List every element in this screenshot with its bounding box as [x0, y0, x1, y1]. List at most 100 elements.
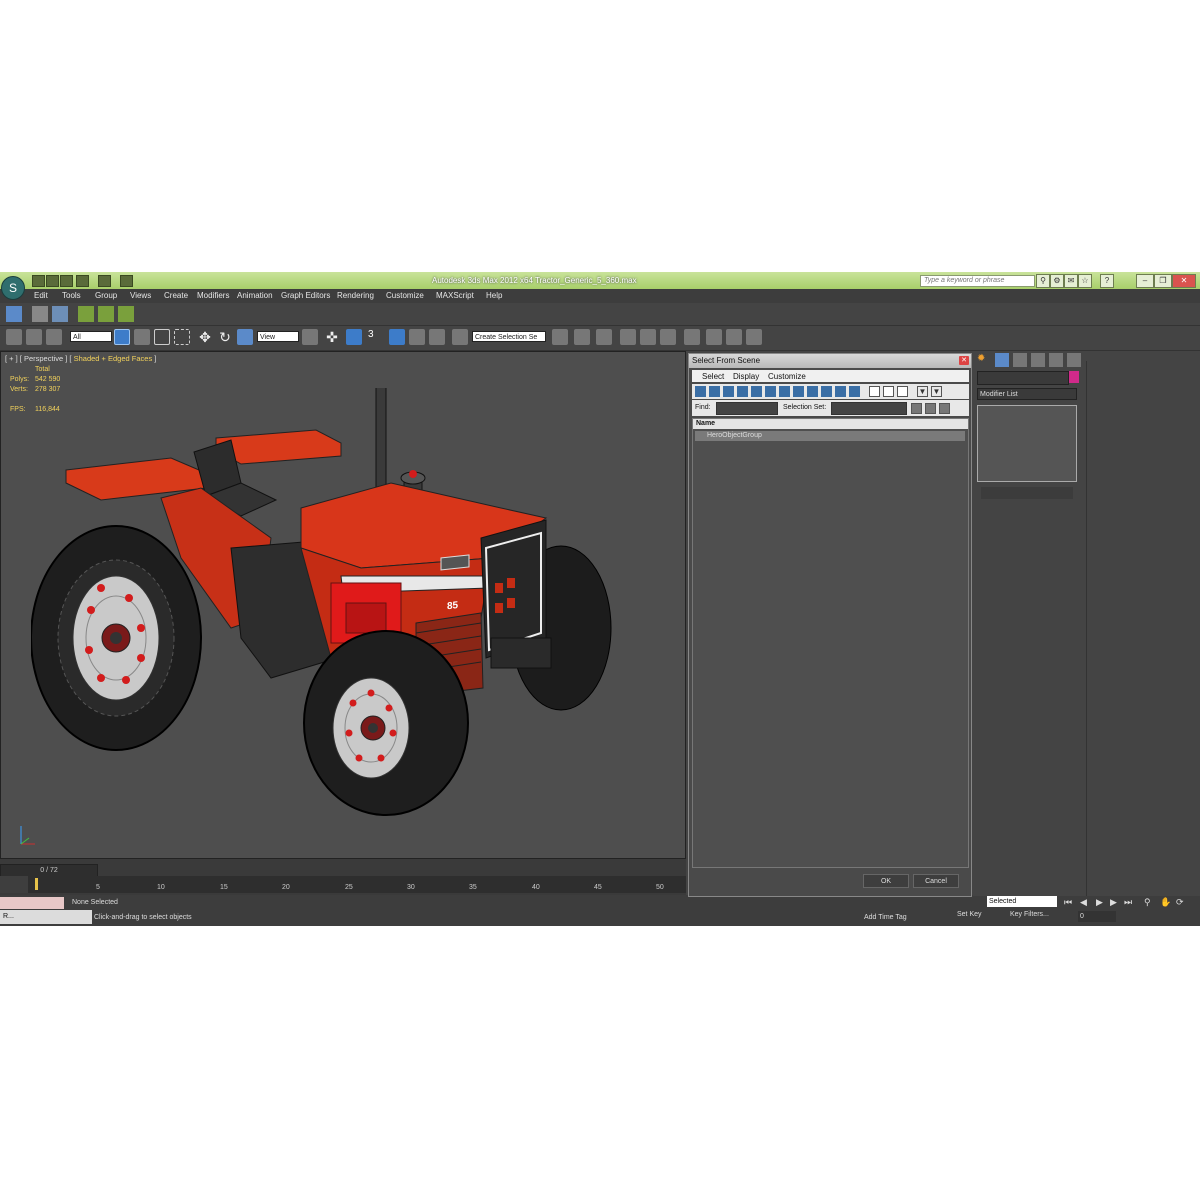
menu-animation[interactable]: Animation [237, 291, 273, 300]
find-input[interactable] [716, 402, 778, 415]
subscription-icon[interactable]: ⚙ [1050, 274, 1064, 288]
select-object-icon[interactable] [114, 329, 130, 345]
mini-curve-editor-icon[interactable] [0, 876, 28, 893]
key-filters-button[interactable]: Key Filters... [1010, 911, 1049, 918]
app-logo-icon[interactable]: S [1, 276, 25, 300]
mirror-icon[interactable] [552, 329, 568, 345]
percent-snap-icon[interactable] [409, 329, 425, 345]
spinner-snap-icon[interactable] [429, 329, 445, 345]
menu-edit[interactable]: Edit [34, 291, 48, 300]
viewport-label[interactable]: [ + ] [ Perspective ] [ Shaded + Edged F… [5, 354, 156, 363]
utilities-tab-icon[interactable] [1067, 353, 1081, 367]
render-setup-icon[interactable] [706, 329, 722, 345]
display-hidden-icon[interactable] [849, 386, 860, 397]
schematic-view-icon[interactable] [660, 329, 676, 345]
play-icon[interactable]: ▶ [1096, 897, 1103, 908]
menu-rendering[interactable]: Rendering [337, 291, 374, 300]
display-bones-icon[interactable] [807, 386, 818, 397]
viewport-shading-label[interactable]: Shaded + Edged Faces [74, 354, 153, 363]
add-to-set-icon[interactable] [925, 403, 936, 414]
dialog-menu-select[interactable]: Select [702, 372, 724, 381]
modify-tab-icon[interactable] [995, 353, 1009, 367]
current-frame-field[interactable]: 0 [1078, 911, 1116, 922]
track-bar[interactable]: 5 10 15 20 25 30 35 40 45 50 [0, 876, 686, 893]
add-time-tag-button[interactable]: Add Time Tag [864, 914, 907, 921]
menu-customize[interactable]: Customize [386, 291, 424, 300]
edit-named-selection-icon[interactable] [452, 329, 468, 345]
manipulate-icon[interactable]: ✜ [324, 329, 340, 345]
menu-views[interactable]: Views [130, 291, 151, 300]
named-selection-set-select[interactable]: Create Selection Se [472, 331, 546, 342]
pan-icon[interactable]: ✋ [1160, 897, 1171, 908]
display-containers-icon[interactable] [821, 386, 832, 397]
display-shapes-icon[interactable] [709, 386, 720, 397]
menu-graph-editors[interactable]: Graph Editors [281, 291, 330, 300]
display-xrefs-icon[interactable] [793, 386, 804, 397]
scale-icon[interactable] [237, 329, 253, 345]
next-frame-icon[interactable]: ▶ [1110, 897, 1117, 908]
selection-set-select[interactable] [831, 402, 907, 415]
search-input[interactable]: Type a keyword or phrase [920, 275, 1035, 287]
layer-manager-toolbar-icon[interactable] [596, 329, 612, 345]
unlink-icon[interactable] [26, 329, 42, 345]
rectangular-selection-icon[interactable] [154, 329, 170, 345]
keyboard-shortcut-override-icon[interactable] [346, 329, 362, 345]
pivot-center-icon[interactable] [302, 329, 318, 345]
select-all-icon[interactable] [869, 386, 880, 397]
undo-icon[interactable] [76, 275, 89, 287]
container-icon[interactable] [6, 306, 22, 322]
menu-group[interactable]: Group [95, 291, 117, 300]
tractor-model[interactable]: 85 [31, 388, 621, 838]
path-tool-icon[interactable] [78, 306, 94, 322]
select-invert-icon[interactable] [897, 386, 908, 397]
go-to-end-icon[interactable]: ⏭ [1124, 897, 1132, 908]
favorites-icon[interactable]: ☆ [1078, 274, 1092, 288]
set-key-button[interactable]: Set Key [957, 911, 982, 918]
orbit-icon[interactable]: ⟳ [1176, 897, 1184, 908]
angle-snap-icon[interactable] [389, 329, 405, 345]
scene-state-icon[interactable] [98, 306, 114, 322]
rendered-frame-window-icon[interactable] [726, 329, 742, 345]
render-production-icon[interactable] [746, 329, 762, 345]
display-groups-icon[interactable] [779, 386, 790, 397]
save-file-icon[interactable] [60, 275, 73, 287]
create-tab-icon[interactable]: ✹ [977, 353, 991, 367]
communication-icon[interactable]: ✉ [1064, 274, 1078, 288]
graphite-toggle-icon[interactable] [620, 329, 636, 345]
menu-tools[interactable]: Tools [62, 291, 81, 300]
menu-help[interactable]: Help [486, 291, 502, 300]
window-crossing-icon[interactable] [174, 329, 190, 345]
menu-maxscript[interactable]: MAXScript [436, 291, 474, 300]
select-none-icon[interactable] [883, 386, 894, 397]
ribbon-toggle-icon[interactable] [118, 306, 134, 322]
dialog-close-button[interactable]: ✕ [959, 356, 969, 365]
taskbar-button[interactable]: R... [0, 910, 92, 924]
motion-tab-icon[interactable] [1031, 353, 1045, 367]
display-geometry-icon[interactable] [695, 386, 706, 397]
maximize-button[interactable]: ❐ [1154, 274, 1172, 288]
bind-space-warp-icon[interactable] [46, 329, 62, 345]
key-mode-select[interactable]: Selected [987, 896, 1057, 907]
binoculars-icon[interactable]: ⚲ [1036, 274, 1050, 288]
object-color-swatch[interactable] [1069, 371, 1079, 383]
previous-frame-icon[interactable]: ◀ [1080, 897, 1087, 908]
minimize-button[interactable]: – [1136, 274, 1154, 288]
display-frozen-icon[interactable] [835, 386, 846, 397]
filter-icon[interactable]: ▼ [917, 386, 928, 397]
snap-toggle-icon[interactable]: 3 [368, 329, 384, 345]
go-to-start-icon[interactable]: ⏮ [1064, 897, 1072, 908]
help-icon[interactable]: ? [1100, 274, 1114, 288]
display-helpers-icon[interactable] [751, 386, 762, 397]
modifier-stack[interactable] [977, 405, 1077, 482]
display-cameras-icon[interactable] [737, 386, 748, 397]
material-editor-icon[interactable] [684, 329, 700, 345]
time-marker[interactable] [35, 878, 38, 890]
link-icon[interactable] [6, 329, 22, 345]
dialog-menu-display[interactable]: Display [733, 372, 759, 381]
list-item[interactable]: HeroObjectGroup [695, 431, 965, 441]
filter-options-icon[interactable]: ▼ [931, 386, 942, 397]
hierarchy-tab-icon[interactable] [1013, 353, 1027, 367]
menu-modifiers[interactable]: Modifiers [197, 291, 229, 300]
close-button[interactable]: ✕ [1172, 274, 1196, 288]
scene-object-list[interactable]: Name HeroObjectGroup [692, 418, 969, 868]
